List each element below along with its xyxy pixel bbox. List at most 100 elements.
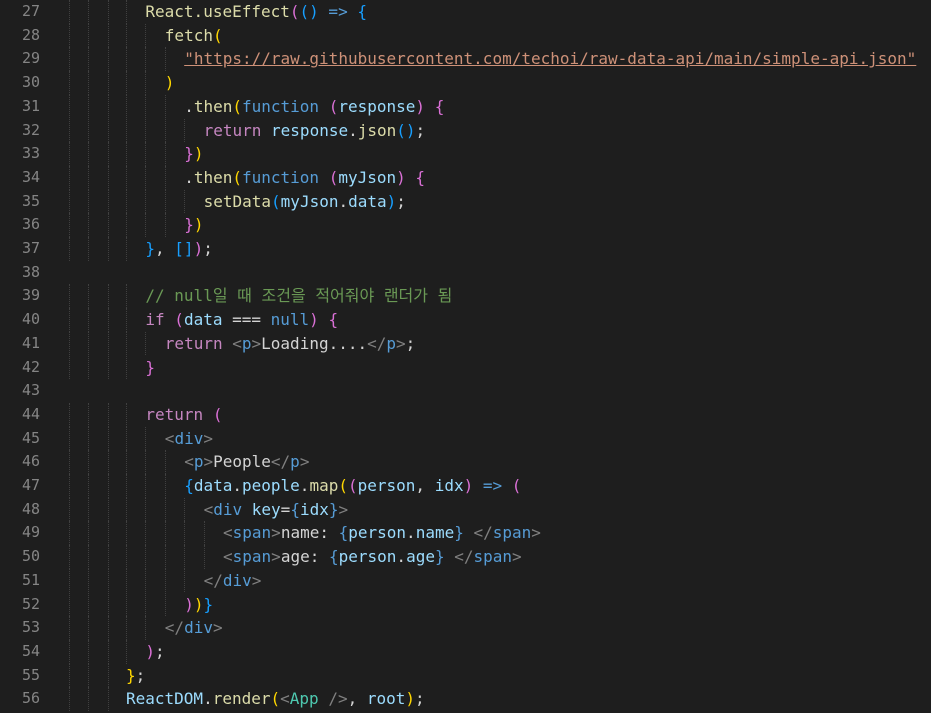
- code-text[interactable]: <div key={idx}>: [204, 498, 349, 522]
- line-number[interactable]: 36: [0, 213, 40, 237]
- line-number[interactable]: 44: [0, 403, 40, 427]
- code-text[interactable]: return (: [145, 403, 222, 427]
- code-line[interactable]: 35 setData(myJson.data);: [0, 189, 931, 214]
- code-line[interactable]: 39 // null일 때 조건을 적어줘야 랜더가 됨: [0, 284, 931, 309]
- code-text[interactable]: <span>age: {person.age} </span>: [223, 545, 522, 569]
- indent-guide: [126, 189, 127, 214]
- code-line[interactable]: 42}: [0, 355, 931, 380]
- line-number[interactable]: 48: [0, 498, 40, 522]
- line-number[interactable]: 41: [0, 332, 40, 356]
- code-token: <: [232, 333, 242, 353]
- code-text[interactable]: .then(function (myJson) {: [184, 166, 425, 190]
- code-text[interactable]: }, []);: [145, 237, 212, 261]
- code-text[interactable]: {data.people.map((person, idx) => (: [184, 474, 521, 498]
- line-number[interactable]: 49: [0, 521, 40, 545]
- code-line[interactable]: 50 <span>age: {person.age} </span>: [0, 545, 931, 569]
- code-text[interactable]: }): [184, 142, 203, 166]
- line-number[interactable]: 32: [0, 119, 40, 143]
- code-line[interactable]: 43: [0, 379, 931, 403]
- code-text[interactable]: <div>: [165, 427, 213, 451]
- code-line[interactable]: 45 <div>: [0, 426, 931, 451]
- code-line[interactable]: 30): [0, 71, 931, 95]
- code-text[interactable]: <p>People</p>: [184, 450, 309, 474]
- code-text[interactable]: };: [126, 664, 145, 688]
- code-text[interactable]: return response.json();: [204, 119, 426, 143]
- code-token: =>: [318, 2, 358, 21]
- line-number[interactable]: 34: [0, 166, 40, 190]
- code-line[interactable]: 49 <span>name: {person.name} </span>: [0, 521, 931, 546]
- code-line[interactable]: 34 .then(function (myJson) {: [0, 165, 931, 190]
- code-text[interactable]: setData(myJson.data);: [204, 190, 406, 214]
- line-number[interactable]: 40: [0, 308, 40, 332]
- code-text[interactable]: <span>name: {person.name} </span>: [223, 521, 541, 545]
- line-number[interactable]: 43: [0, 379, 40, 403]
- code-line[interactable]: 47 {data.people.map((person, idx) => (: [0, 474, 931, 498]
- line-number[interactable]: 33: [0, 142, 40, 166]
- code-line[interactable]: 40 if (data === null) {: [0, 308, 931, 332]
- code-line[interactable]: 55};: [0, 663, 931, 688]
- line-number[interactable]: 29: [0, 47, 40, 71]
- line-number[interactable]: 47: [0, 474, 40, 498]
- line-number[interactable]: 53: [0, 616, 40, 640]
- line-number[interactable]: 30: [0, 71, 40, 95]
- code-line[interactable]: 38: [0, 261, 931, 285]
- code-editor[interactable]: 27 React.useEffect(() => { 28 fetch( 29 "http…: [0, 0, 931, 713]
- code-token: person: [348, 523, 407, 543]
- line-number[interactable]: 35: [0, 190, 40, 214]
- indent-guide: [145, 47, 147, 72]
- code-text[interactable]: }: [145, 356, 155, 380]
- code-line[interactable]: 52))}: [0, 592, 931, 617]
- code-line[interactable]: 37 }, []);: [0, 237, 931, 261]
- code-text[interactable]: fetch(: [165, 24, 223, 48]
- line-number[interactable]: 28: [0, 24, 40, 48]
- line-number[interactable]: 27: [0, 0, 40, 24]
- indent-guide: [69, 450, 70, 474]
- line-number[interactable]: 42: [0, 356, 40, 380]
- code-token: myJson: [338, 167, 397, 187]
- code-text[interactable]: }): [184, 213, 203, 237]
- line-number[interactable]: 52: [0, 593, 40, 617]
- code-line[interactable]: 33}): [0, 142, 931, 166]
- line-number[interactable]: 50: [0, 545, 40, 569]
- line-number[interactable]: 56: [0, 687, 40, 711]
- code-token: .: [406, 523, 416, 543]
- code-text[interactable]: </div>: [165, 616, 223, 640]
- code-line[interactable]: 46 <p>People</p>: [0, 450, 931, 474]
- code-text[interactable]: ReactDOM.render(<App />, root);: [126, 687, 425, 711]
- code-line[interactable]: 44 return (: [0, 402, 931, 427]
- code-text[interactable]: );: [145, 640, 164, 664]
- code-text[interactable]: ): [165, 71, 175, 95]
- code-text[interactable]: // null일 때 조건을 적어줘야 랜더가 됨: [145, 284, 452, 308]
- line-number[interactable]: 51: [0, 569, 40, 593]
- code-line[interactable]: 54);: [0, 639, 931, 664]
- line-number[interactable]: 37: [0, 237, 40, 261]
- code-line[interactable]: 31 .then(function (response) {: [0, 94, 931, 119]
- code-text[interactable]: React.useEffect(() => {: [145, 0, 367, 24]
- indent-guide: [107, 0, 109, 24]
- code-line[interactable]: 28 fetch(: [0, 23, 931, 48]
- line-number[interactable]: 54: [0, 640, 40, 664]
- code-line[interactable]: 32 return response.json();: [0, 118, 931, 143]
- indent-guide: [164, 450, 166, 474]
- code-token: }: [145, 239, 156, 258]
- code-line[interactable]: 36}): [0, 213, 931, 237]
- code-line[interactable]: 41 return <p>Loading....</p>;: [0, 331, 931, 356]
- code-line[interactable]: 53 </div>: [0, 616, 931, 640]
- line-number[interactable]: 45: [0, 427, 40, 451]
- code-text[interactable]: .then(function (response) {: [184, 95, 444, 119]
- code-text[interactable]: </div>: [204, 569, 262, 593]
- line-number[interactable]: 31: [0, 95, 40, 119]
- line-number[interactable]: 55: [0, 664, 40, 688]
- code-line[interactable]: 27 React.useEffect(() => {: [0, 0, 931, 24]
- code-text[interactable]: "https://raw.githubusercontent.com/techo…: [184, 47, 916, 71]
- code-text[interactable]: if (data === null) {: [145, 308, 338, 332]
- line-number[interactable]: 46: [0, 450, 40, 474]
- code-line[interactable]: 56 ReactDOM.render(<App />, root);: [0, 687, 931, 711]
- code-text[interactable]: return <p>Loading....</p>;: [165, 332, 416, 356]
- code-text[interactable]: ))}: [184, 593, 213, 617]
- code-line[interactable]: 29 "https://raw.githubusercontent.com/tec…: [0, 47, 931, 72]
- code-line[interactable]: 51 </div>: [0, 568, 931, 593]
- line-number[interactable]: 38: [0, 261, 40, 285]
- code-line[interactable]: 48 <div key={idx}>: [0, 497, 931, 522]
- line-number[interactable]: 39: [0, 284, 40, 308]
